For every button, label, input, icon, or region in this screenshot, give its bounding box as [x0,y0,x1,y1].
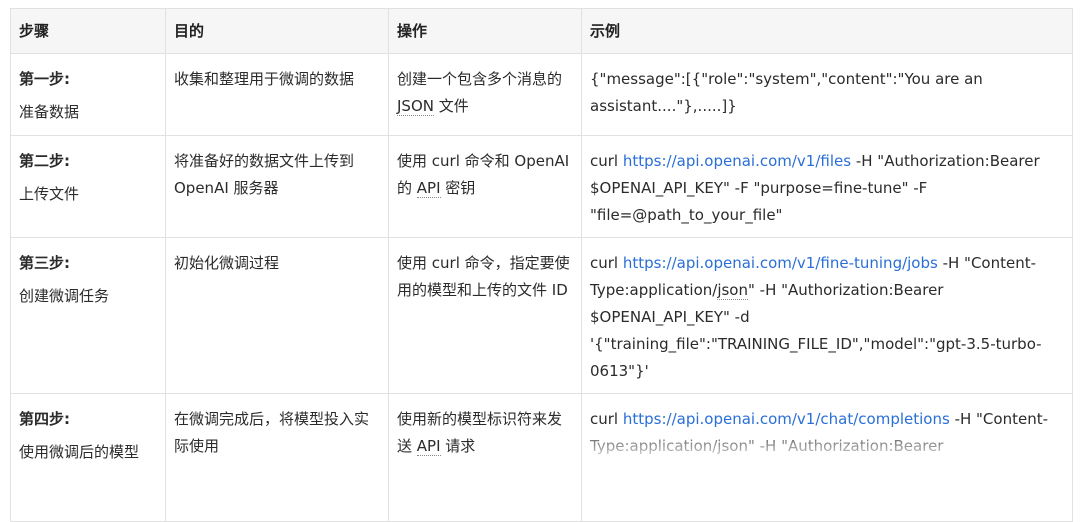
purpose-cell: 初始化微调过程 [165,237,389,394]
action-text-end: 请求 [440,437,476,455]
table-header-row: 步骤 目的 操作 示例 [10,8,1073,54]
purpose-cell: 在微调完成后，将模型投入实际使用 [165,393,389,522]
header-purpose: 目的 [165,8,389,54]
example-cell: {"message":[{"role":"system","content":"… [581,53,1073,136]
example-cell: curl https://api.openai.com/v1/chat/comp… [581,393,1073,522]
example-text: curl [590,410,623,428]
step-cell: 第一步: 准备数据 [10,53,166,136]
step-subtitle: 准备数据 [19,103,80,121]
tech-term: JSON [397,97,434,116]
step-cell: 第四步: 使用微调后的模型 [10,393,166,522]
step-title: 第一步: [19,70,70,88]
action-text-end: 文件 [433,97,469,115]
tech-term: json [717,281,748,300]
action-cell: 创建一个包含多个消息的 JSON 文件 [388,53,582,136]
purpose-cell: 收集和整理用于微调的数据 [165,53,389,136]
step-title: 第四步: [19,410,70,428]
step-cell: 第三步: 创建微调任务 [10,237,166,394]
action-text-end: 密钥 [440,179,476,197]
chat-completions-link[interactable]: https://api.openai.com/v1/chat/completio… [623,410,950,428]
fine-tuning-jobs-link[interactable]: https://api.openai.com/v1/fine-tuning/jo… [623,254,938,272]
files-endpoint-link[interactable]: https://api.openai.com/v1/files [623,152,851,170]
action-cell: 使用新的模型标识符来发送 API 请求 [388,393,582,522]
example-text: curl [590,254,623,272]
tech-term: API [416,437,441,456]
table-row: 第四步: 使用微调后的模型 在微调完成后，将模型投入实际使用 使用新的模型标识符… [10,393,1073,522]
example-cell: curl https://api.openai.com/v1/fine-tuni… [581,237,1073,394]
action-cell: 使用 curl 命令和 OpenAI 的 API 密钥 [388,135,582,238]
step-title: 第三步: [19,254,70,272]
example-cell: curl https://api.openai.com/v1/files -H … [581,135,1073,238]
tech-term: API [416,179,441,198]
example-text: {"message":[{"role":"system","content":"… [590,70,983,115]
action-text: 创建一个包含多个消息的 [397,70,563,88]
header-step: 步骤 [10,8,166,54]
table-row: 第二步: 上传文件 将准备好的数据文件上传到 OpenAI 服务器 使用 cur… [10,135,1073,238]
table-row: 第三步: 创建微调任务 初始化微调过程 使用 curl 命令，指定要使用的模型和… [10,237,1073,394]
step-title: 第二步: [19,152,70,170]
table-row: 第一步: 准备数据 收集和整理用于微调的数据 创建一个包含多个消息的 JSON … [10,53,1073,136]
header-example: 示例 [581,8,1073,54]
step-subtitle: 上传文件 [19,185,80,203]
example-text: curl [590,152,623,170]
action-cell: 使用 curl 命令，指定要使用的模型和上传的文件 ID [388,237,582,394]
step-subtitle: 创建微调任务 [19,287,110,305]
purpose-cell: 将准备好的数据文件上传到 OpenAI 服务器 [165,135,389,238]
step-subtitle: 使用微调后的模型 [19,443,140,461]
header-action: 操作 [388,8,582,54]
step-cell: 第二步: 上传文件 [10,135,166,238]
fine-tune-steps-table: 步骤 目的 操作 示例 第一步: 准备数据 收集和整理用于微调的数据 创建一个包… [10,8,1073,522]
